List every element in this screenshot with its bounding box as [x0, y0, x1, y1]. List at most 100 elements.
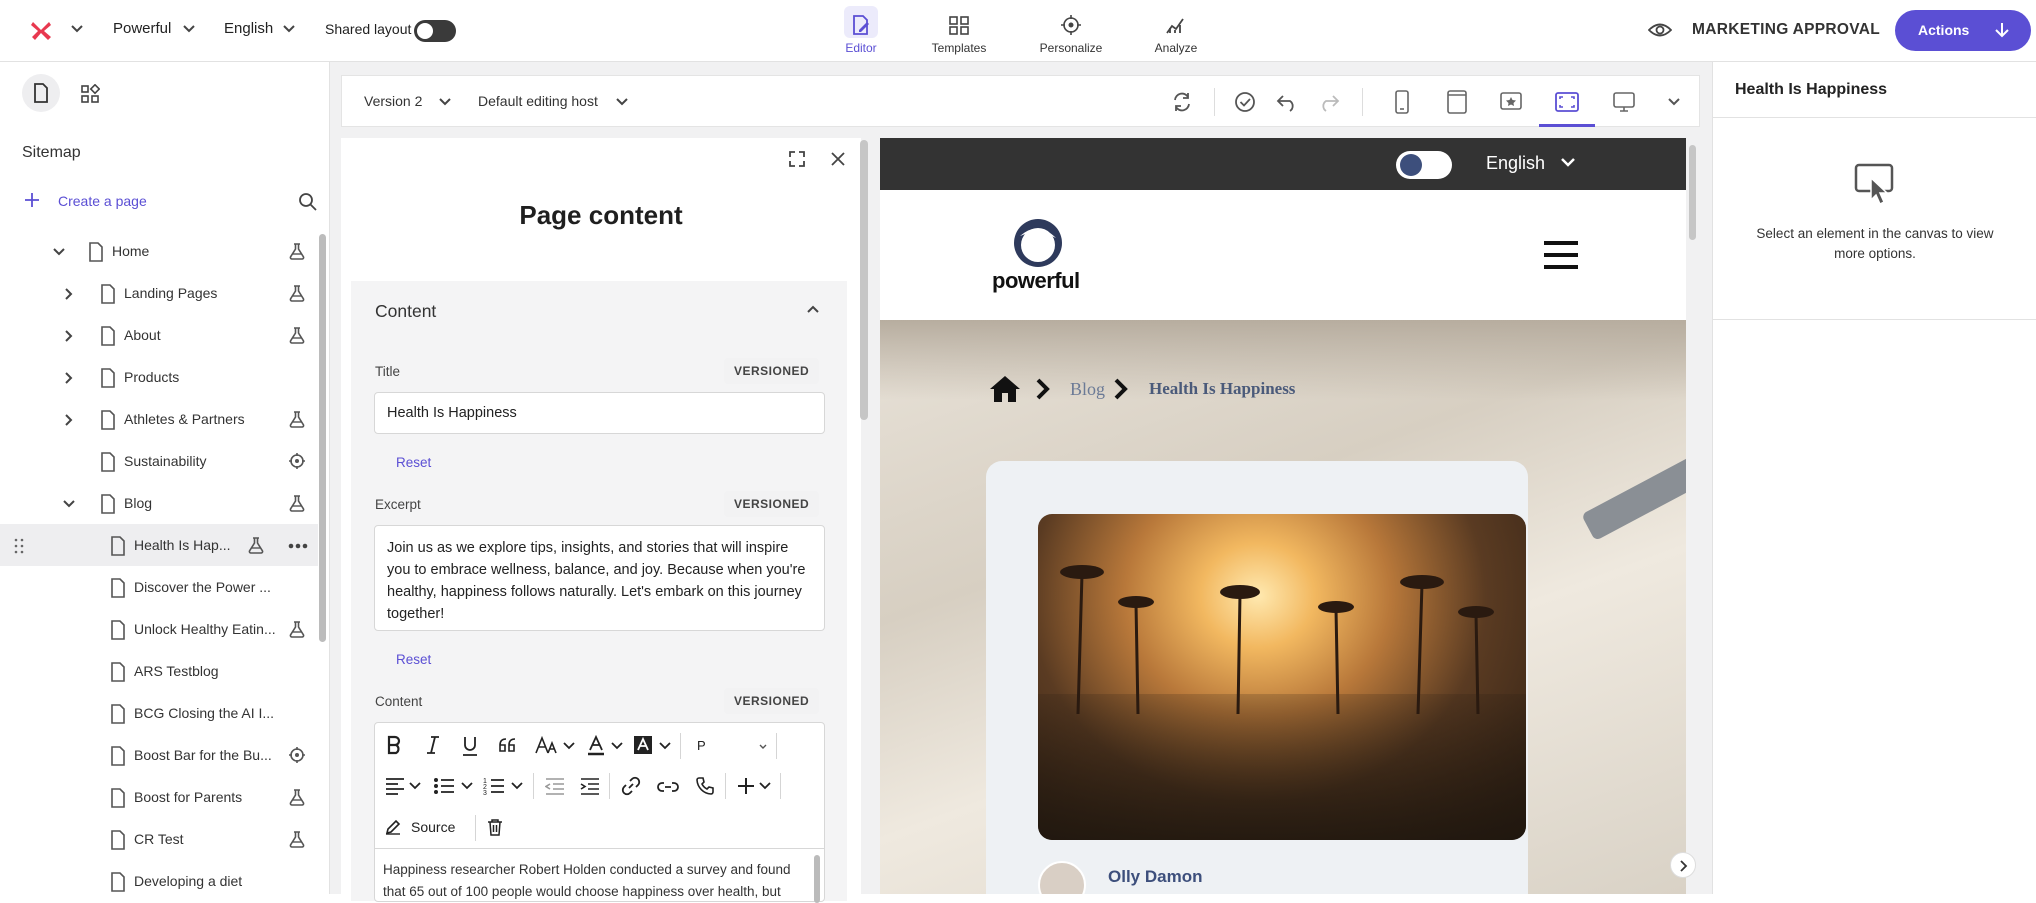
flask-icon[interactable] — [288, 830, 306, 848]
highlight-chevron-icon[interactable] — [659, 742, 671, 750]
underline-icon[interactable] — [461, 735, 479, 757]
editing-host-selector[interactable]: Default editing host — [478, 93, 598, 109]
indent-icon[interactable] — [580, 777, 600, 795]
chevron-right-icon[interactable] — [64, 329, 74, 343]
device-mobile-icon[interactable] — [1394, 89, 1410, 115]
tab-editor[interactable]: Editor — [811, 6, 911, 60]
canvas-scrollbar[interactable] — [1689, 145, 1696, 240]
device-desktop-icon[interactable] — [1612, 91, 1636, 113]
flask-icon[interactable] — [288, 788, 306, 806]
language-selector[interactable]: English — [224, 20, 273, 37]
chevron-down-icon[interactable] — [52, 247, 66, 257]
author-avatar[interactable] — [1038, 861, 1086, 894]
chevron-right-icon[interactable] — [64, 287, 74, 301]
site-selector-chevron-icon[interactable] — [182, 24, 196, 34]
flask-icon[interactable] — [247, 536, 265, 554]
tab-personalize[interactable]: Personalize — [1021, 6, 1121, 60]
device-tablet-icon[interactable] — [1446, 89, 1468, 115]
preview-eye-icon[interactable] — [1648, 20, 1672, 40]
numbered-list-chevron-icon[interactable] — [511, 782, 523, 790]
delete-icon[interactable] — [487, 818, 503, 836]
sitemap-item[interactable]: Health Is Hap... — [0, 524, 318, 566]
tab-analyze[interactable]: Analyze — [1126, 6, 1226, 60]
author-name[interactable]: Olly Damon — [1108, 867, 1202, 887]
site-toggle[interactable] — [1396, 151, 1452, 179]
font-color-icon[interactable] — [587, 735, 605, 757]
highlight-color-icon[interactable] — [633, 735, 653, 755]
version-selector[interactable]: Version 2 — [364, 93, 422, 109]
shared-layout-toggle[interactable] — [414, 20, 456, 42]
flask-icon[interactable] — [288, 284, 306, 302]
font-size-chevron-icon[interactable] — [563, 742, 575, 750]
sitemap-item[interactable]: Athletes & Partners — [0, 398, 318, 440]
site-selector[interactable]: Powerful — [113, 20, 171, 37]
flask-icon[interactable] — [288, 410, 306, 428]
target-icon[interactable] — [288, 452, 306, 470]
paragraph-style-select[interactable]: P — [691, 731, 771, 761]
pages-view-button[interactable] — [22, 74, 60, 112]
components-view-button[interactable] — [80, 84, 100, 104]
insert-plus-icon[interactable] — [737, 777, 755, 795]
sitemap-item[interactable]: BCG Closing the AI I... — [0, 692, 318, 734]
chevron-right-icon[interactable] — [64, 371, 74, 385]
chevron-down-icon[interactable] — [62, 499, 76, 509]
align-chevron-icon[interactable] — [409, 782, 421, 790]
content-section-header[interactable]: Content — [351, 281, 847, 339]
site-language-chevron-icon[interactable] — [1560, 157, 1576, 169]
link-icon[interactable] — [621, 776, 641, 796]
content-panel-scrollbar[interactable] — [860, 140, 868, 420]
bulleted-list-icon[interactable] — [433, 777, 455, 795]
more-devices-chevron-icon[interactable] — [1667, 97, 1681, 107]
app-switcher-chevron-icon[interactable] — [70, 24, 84, 34]
excerpt-reset-link[interactable]: Reset — [396, 652, 431, 667]
redo-icon[interactable] — [1318, 92, 1340, 112]
flask-icon[interactable] — [288, 242, 306, 260]
align-icon[interactable] — [385, 777, 405, 795]
language-chevron-icon[interactable] — [282, 24, 296, 34]
tab-templates[interactable]: Templates — [909, 6, 1009, 60]
excerpt-textarea[interactable]: Join us as we explore tips, insights, an… — [374, 525, 825, 631]
drag-handle-icon[interactable] — [14, 538, 24, 554]
actions-button[interactable]: Actions — [1895, 10, 2031, 51]
expand-icon[interactable] — [788, 150, 806, 168]
bulleted-list-chevron-icon[interactable] — [461, 782, 473, 790]
version-chevron-icon[interactable] — [438, 97, 452, 107]
flask-icon[interactable] — [288, 620, 306, 638]
bold-icon[interactable] — [385, 735, 403, 755]
sitemap-item[interactable]: CR Test — [0, 818, 318, 860]
sitemap-item[interactable]: Boost for Parents — [0, 776, 318, 818]
sitemap-item[interactable]: Home — [0, 230, 318, 272]
font-size-icon[interactable] — [535, 736, 559, 754]
validate-check-icon[interactable] — [1234, 91, 1256, 113]
close-icon[interactable] — [829, 150, 847, 168]
create-page-button[interactable]: Create a page — [22, 190, 172, 212]
article-hero-image[interactable] — [1038, 514, 1526, 840]
font-color-chevron-icon[interactable] — [611, 742, 623, 750]
breadcrumb-home-icon[interactable] — [988, 374, 1022, 404]
flask-icon[interactable] — [288, 494, 306, 512]
hamburger-menu-icon[interactable] — [1542, 240, 1580, 270]
blockquote-icon[interactable] — [498, 737, 518, 753]
content-editor-body[interactable]: Happiness researcher Robert Holden condu… — [383, 859, 805, 903]
sitemap-item[interactable]: Sustainability — [0, 440, 318, 482]
more-options-icon[interactable] — [288, 543, 308, 549]
numbered-list-icon[interactable]: 123 — [483, 776, 505, 796]
outdent-icon[interactable] — [545, 777, 565, 795]
device-featured-icon[interactable] — [1499, 91, 1523, 113]
search-icon[interactable] — [298, 192, 318, 212]
sitemap-item[interactable]: ARS Testblog — [0, 650, 318, 692]
sitemap-item[interactable]: Developing a diet — [0, 860, 318, 902]
chevron-right-icon[interactable] — [64, 413, 74, 427]
app-logo-icon[interactable] — [30, 20, 52, 42]
refresh-icon[interactable] — [1171, 91, 1193, 113]
insert-chevron-icon[interactable] — [759, 782, 771, 790]
target-icon[interactable] — [288, 746, 306, 764]
sitemap-item[interactable]: Products — [0, 356, 318, 398]
undo-icon[interactable] — [1276, 92, 1298, 112]
sitemap-item[interactable]: Blog — [0, 482, 318, 524]
brand-logo[interactable]: powerful — [992, 216, 1088, 296]
sitemap-item[interactable]: Boost Bar for the Bu... — [0, 734, 318, 776]
canvas-next-button[interactable] — [1670, 852, 1696, 878]
flask-icon[interactable] — [288, 326, 306, 344]
sitemap-item[interactable]: About — [0, 314, 318, 356]
